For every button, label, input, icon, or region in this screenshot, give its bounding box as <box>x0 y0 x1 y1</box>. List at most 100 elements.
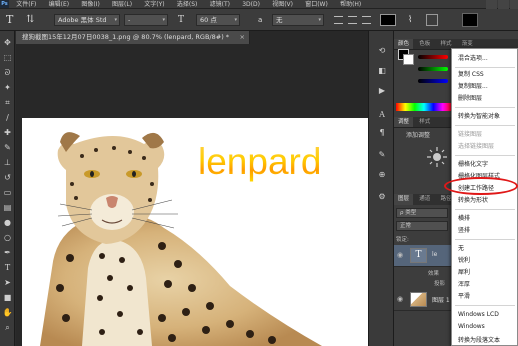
eraser-icon[interactable]: ▭ <box>2 187 13 198</box>
image-layer-thumb <box>410 292 427 307</box>
fg-bg-colors[interactable] <box>398 49 414 65</box>
menu-filter[interactable]: 滤镜(T) <box>205 0 235 8</box>
close-icon[interactable]: × <box>240 31 245 44</box>
context-menu: 混合选项... 复制 CSS 复制图层... 删除图层 转换为智能对象 链接图层… <box>451 48 518 346</box>
document-area: 搜狗截图15年12月07日0038_1.png @ 80.7% (lenpard… <box>16 31 374 346</box>
blend-mode-select[interactable]: 正常 <box>396 221 448 231</box>
red-slider[interactable] <box>418 55 448 59</box>
warp-text-icon[interactable]: ⌇ <box>408 14 420 26</box>
brush-icon[interactable]: ✎ <box>2 142 13 153</box>
menu-image[interactable]: 图像(I) <box>76 0 104 8</box>
move-icon[interactable]: ✥ <box>2 37 13 48</box>
path-select-icon[interactable]: ➤ <box>2 277 13 288</box>
gradient-icon[interactable]: ▤ <box>2 202 13 213</box>
brush-preset-icon[interactable]: ✎ <box>376 149 388 161</box>
menu-item-windows-lcd[interactable]: Windows LCD <box>458 311 499 319</box>
paragraph-icon[interactable]: ¶ <box>376 127 388 139</box>
toggle-orientation-icon[interactable]: ⇅ <box>26 14 40 26</box>
actions-icon[interactable]: ▶ <box>376 85 388 97</box>
menu-item-select-linked-layers: 选择链接图层 <box>458 143 495 150</box>
align-center-icon[interactable] <box>348 16 357 24</box>
type-icon[interactable]: T <box>2 262 13 273</box>
character-panel-icon[interactable] <box>426 14 438 26</box>
menu-type[interactable]: 文字(Y) <box>139 0 169 8</box>
canvas-text-layer[interactable]: lenpard <box>198 142 321 182</box>
green-slider[interactable] <box>418 67 448 71</box>
text-color-swatch[interactable] <box>380 14 396 26</box>
close-window-button[interactable] <box>510 0 518 9</box>
menu-item-blending-options[interactable]: 混合选项... <box>458 55 488 63</box>
font-style-select[interactable]: - ▾ <box>124 14 168 26</box>
menu-item-vertical[interactable]: 竖排 <box>458 227 470 235</box>
drop-shadow-label[interactable]: 投影 <box>434 279 445 287</box>
tab-layers[interactable]: 图层 <box>394 194 414 205</box>
anti-alias-select[interactable]: 无 ▾ <box>272 14 324 26</box>
menu-item-convert-to-shape[interactable]: 转换为形状 <box>458 197 488 205</box>
menu-3d[interactable]: 3D(D) <box>237 0 265 8</box>
align-left-icon[interactable] <box>334 16 343 24</box>
shape-icon[interactable]: ■ <box>2 292 13 303</box>
clone-source-icon[interactable]: ⊕ <box>376 169 388 181</box>
crop-icon[interactable]: ⌗ <box>2 97 13 108</box>
visibility-eye-icon[interactable]: ◉ <box>397 251 406 260</box>
color-spectrum[interactable] <box>396 103 452 111</box>
properties-icon[interactable]: ◧ <box>376 65 388 77</box>
font-family-select[interactable]: Adobe 黑体 Std ▾ <box>54 14 120 26</box>
magic-wand-icon[interactable]: ✦ <box>2 82 13 93</box>
canvas[interactable]: lenpard <box>22 118 374 346</box>
marquee-icon[interactable]: ⬚ <box>2 52 13 63</box>
menu-edit[interactable]: 编辑(E) <box>44 0 74 8</box>
menu-item-rasterize-type[interactable]: 栅格化文字 <box>458 161 488 169</box>
menu-item-aa-none[interactable]: 无 <box>458 245 464 253</box>
history-icon[interactable]: ⟲ <box>376 45 388 57</box>
character-icon[interactable]: A <box>376 109 388 121</box>
menu-item-aa-strong[interactable]: 浑厚 <box>458 281 470 289</box>
dodge-icon[interactable]: ○ <box>2 232 13 243</box>
menu-item-aa-sharp[interactable]: 锐利 <box>458 257 470 265</box>
document-tab-title: 搜狗截图15年12月07日0038_1.png @ 80.7% (lenpard… <box>22 33 230 41</box>
menu-item-windows[interactable]: Windows <box>458 323 485 331</box>
zoom-icon[interactable]: ⌕ <box>2 322 13 333</box>
type-tool-icon[interactable]: T <box>6 14 18 26</box>
blur-icon[interactable]: ● <box>2 217 13 228</box>
text-layer-thumb-icon: T <box>410 248 427 263</box>
healing-icon[interactable]: ✚ <box>2 127 13 138</box>
layer-kind-filter[interactable]: ρ 类型 <box>396 208 448 218</box>
lasso-icon[interactable]: ᘐ <box>2 67 13 78</box>
history-brush-icon[interactable]: ↺ <box>2 172 13 183</box>
menu-view[interactable]: 视图(V) <box>267 0 298 8</box>
visibility-eye-icon[interactable]: ◉ <box>397 295 406 304</box>
pen-icon[interactable]: ✒ <box>2 247 13 258</box>
align-right-icon[interactable] <box>362 16 371 24</box>
background-color[interactable] <box>403 54 414 65</box>
menu-item-convert-paragraph[interactable]: 转换为段落文本 <box>458 337 500 345</box>
menu-item-convert-smart-object[interactable]: 转换为智能对象 <box>458 113 500 121</box>
menu-item-horizontal[interactable]: 横排 <box>458 215 470 223</box>
tab-styles-2[interactable]: 样式 <box>415 117 434 127</box>
menu-item-aa-smooth[interactable]: 平滑 <box>458 293 470 301</box>
document-tab[interactable]: 搜狗截图15年12月07日0038_1.png @ 80.7% (lenpard… <box>16 31 250 44</box>
foreground-swatch[interactable] <box>462 13 478 27</box>
tab-channels[interactable]: 通道 <box>415 194 434 205</box>
menu-item-copy-css[interactable]: 复制 CSS <box>458 71 484 79</box>
brightness-icon[interactable] <box>424 144 450 170</box>
menu-item-delete-layer[interactable]: 删除图层 <box>458 95 482 103</box>
blue-slider[interactable] <box>418 79 448 83</box>
stamp-icon[interactable]: ⊥ <box>2 157 13 168</box>
eyedropper-icon[interactable]: ∕ <box>2 112 13 123</box>
tab-adjustments[interactable]: 调整 <box>394 117 414 127</box>
hand-icon[interactable]: ✋ <box>2 307 13 318</box>
font-size-select[interactable]: 60 点 ▾ <box>196 14 240 26</box>
menu-layer[interactable]: 图层(L) <box>107 0 137 8</box>
menu-file[interactable]: 文件(F) <box>11 0 41 8</box>
menu-window[interactable]: 窗口(W) <box>300 0 333 8</box>
minimize-button[interactable] <box>486 0 497 9</box>
menu-item-duplicate-layer[interactable]: 复制图层... <box>458 83 488 91</box>
maximize-button[interactable] <box>498 0 509 9</box>
menu-select[interactable]: 选择(S) <box>172 0 203 8</box>
menu-item-aa-crisp[interactable]: 犀利 <box>458 269 470 277</box>
menu-help[interactable]: 帮助(H) <box>335 0 366 8</box>
layer-effects-label[interactable]: 效果 <box>428 269 439 277</box>
tool-preset-icon[interactable]: ⚙ <box>376 191 388 203</box>
tab-swatches[interactable]: 色板 <box>415 39 434 49</box>
